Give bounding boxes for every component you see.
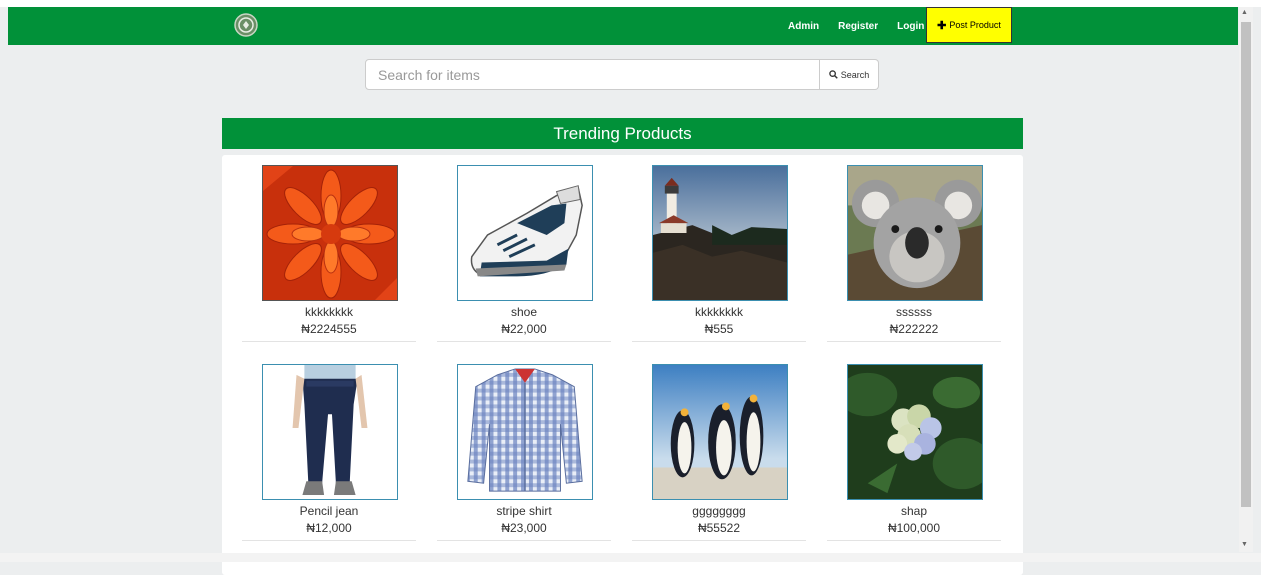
product-name: ssssss [896,305,932,319]
product-name: shoe [510,305,538,319]
product-name: kkkkkkkk [305,305,353,319]
section-title: Trending Products [222,118,1023,149]
plus-icon: ✚ [937,19,947,32]
product-name: Pencil jean [299,504,359,518]
window-top-edge [0,0,1261,7]
product-image-checked-shirt [457,364,593,500]
horizontal-scrollbar[interactable] [0,553,1261,562]
product-price: ₦55522 [697,521,741,535]
product-price: ₦12,000 [306,521,352,535]
search-input[interactable] [365,59,820,90]
nav-link-admin[interactable]: Admin [788,21,819,32]
product-price: ₦23,000 [501,521,547,535]
product-card[interactable]: stripe shirt ₦23,000 [437,354,611,541]
product-name: kkkkkkkk [695,305,743,319]
product-card[interactable]: kkkkkkkk ₦555 [632,155,806,342]
product-price: ₦100,000 [887,521,941,535]
product-price: ₦555 [704,322,734,336]
product-card[interactable]: shap ₦100,000 [827,354,1001,541]
search-button[interactable]: Search [820,59,879,90]
product-price: ₦2224555 [301,322,357,336]
product-image-sneaker [457,165,593,301]
product-image-lighthouse [652,165,788,301]
search-button-label: Search [840,69,870,80]
product-image-jeans [262,364,398,500]
product-image-red-flower [262,165,398,301]
product-image-hydrangea [847,364,983,500]
post-product-button[interactable]: ✚ Post Product [926,7,1012,43]
product-price: ₦22,000 [501,322,547,336]
product-price: ₦222222 [889,322,939,336]
product-card[interactable]: Pencil jean ₦12,000 [242,354,416,541]
product-name: gggggggg [692,504,746,518]
nav-link-login[interactable]: Login [897,21,924,32]
product-card[interactable]: gggggggg ₦55522 [632,354,806,541]
product-card[interactable]: shoe ₦22,000 [437,155,611,342]
post-product-label: Post Product [949,20,1001,30]
search-icon [828,70,838,79]
product-image-koala [847,165,983,301]
product-card[interactable]: kkkkkkkk ₦2224555 [242,155,416,342]
site-logo-icon[interactable] [234,13,258,37]
product-image-penguins [652,364,788,500]
search-bar: Search [365,59,879,90]
top-navbar: Admin Register Login ✚ Post Product [8,7,1238,45]
scrollbar-thumb[interactable] [1241,22,1251,507]
product-name: shap [900,504,928,518]
nav-link-register[interactable]: Register [838,21,878,32]
nav-links: Admin Register Login [788,7,943,45]
products-panel: kkkkkkkk ₦2224555 shoe ₦22,000 kkkkkkkk … [222,155,1023,575]
scroll-down-arrow-icon[interactable]: ▼ [1241,541,1248,548]
scroll-up-arrow-icon[interactable]: ▲ [1241,9,1248,16]
product-name: stripe shirt [496,504,552,518]
product-card[interactable]: ssssss ₦222222 [827,155,1001,342]
